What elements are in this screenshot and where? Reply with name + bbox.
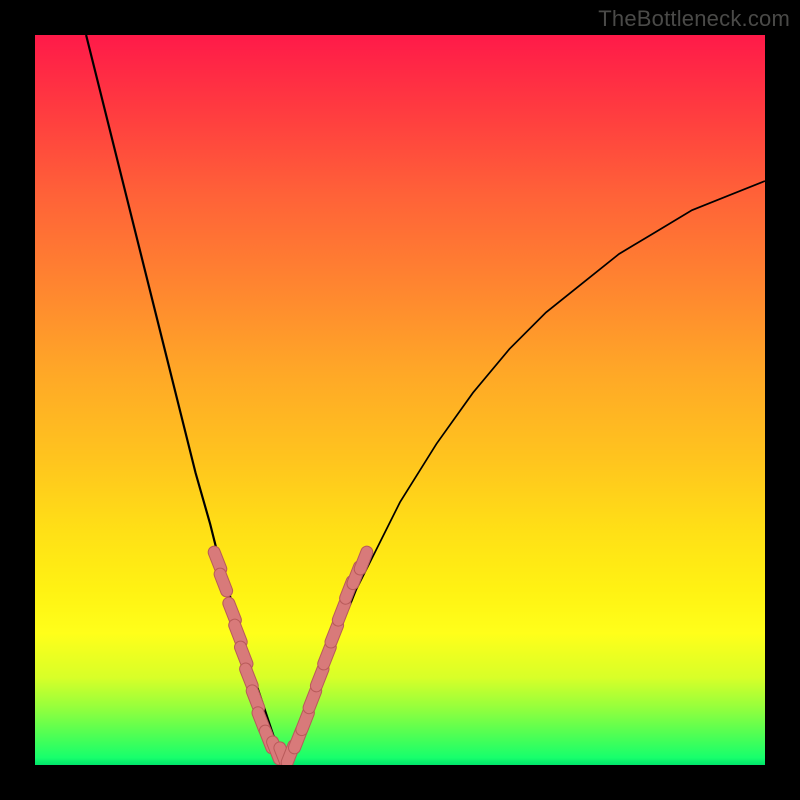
curve-marker	[220, 574, 227, 591]
curve-marker	[331, 625, 338, 642]
curve-marker	[302, 713, 309, 730]
curve-marker	[252, 691, 259, 708]
curve-marker	[324, 647, 331, 664]
curve-marker	[338, 603, 345, 620]
marker-group	[214, 552, 367, 764]
curve-marker	[246, 669, 253, 686]
plot-area	[35, 35, 765, 765]
right-branch-curve	[283, 181, 765, 758]
curve-marker	[235, 625, 242, 642]
curve-marker	[229, 603, 236, 620]
watermark-text: TheBottleneck.com	[598, 6, 790, 32]
curve-marker	[316, 669, 323, 686]
chart-stage: TheBottleneck.com	[0, 0, 800, 800]
curve-marker	[309, 691, 316, 708]
left-branch-curve	[86, 35, 283, 758]
curve-layer	[35, 35, 765, 765]
curve-marker	[241, 647, 248, 664]
curve-marker	[214, 552, 221, 569]
curve-marker	[360, 552, 367, 569]
